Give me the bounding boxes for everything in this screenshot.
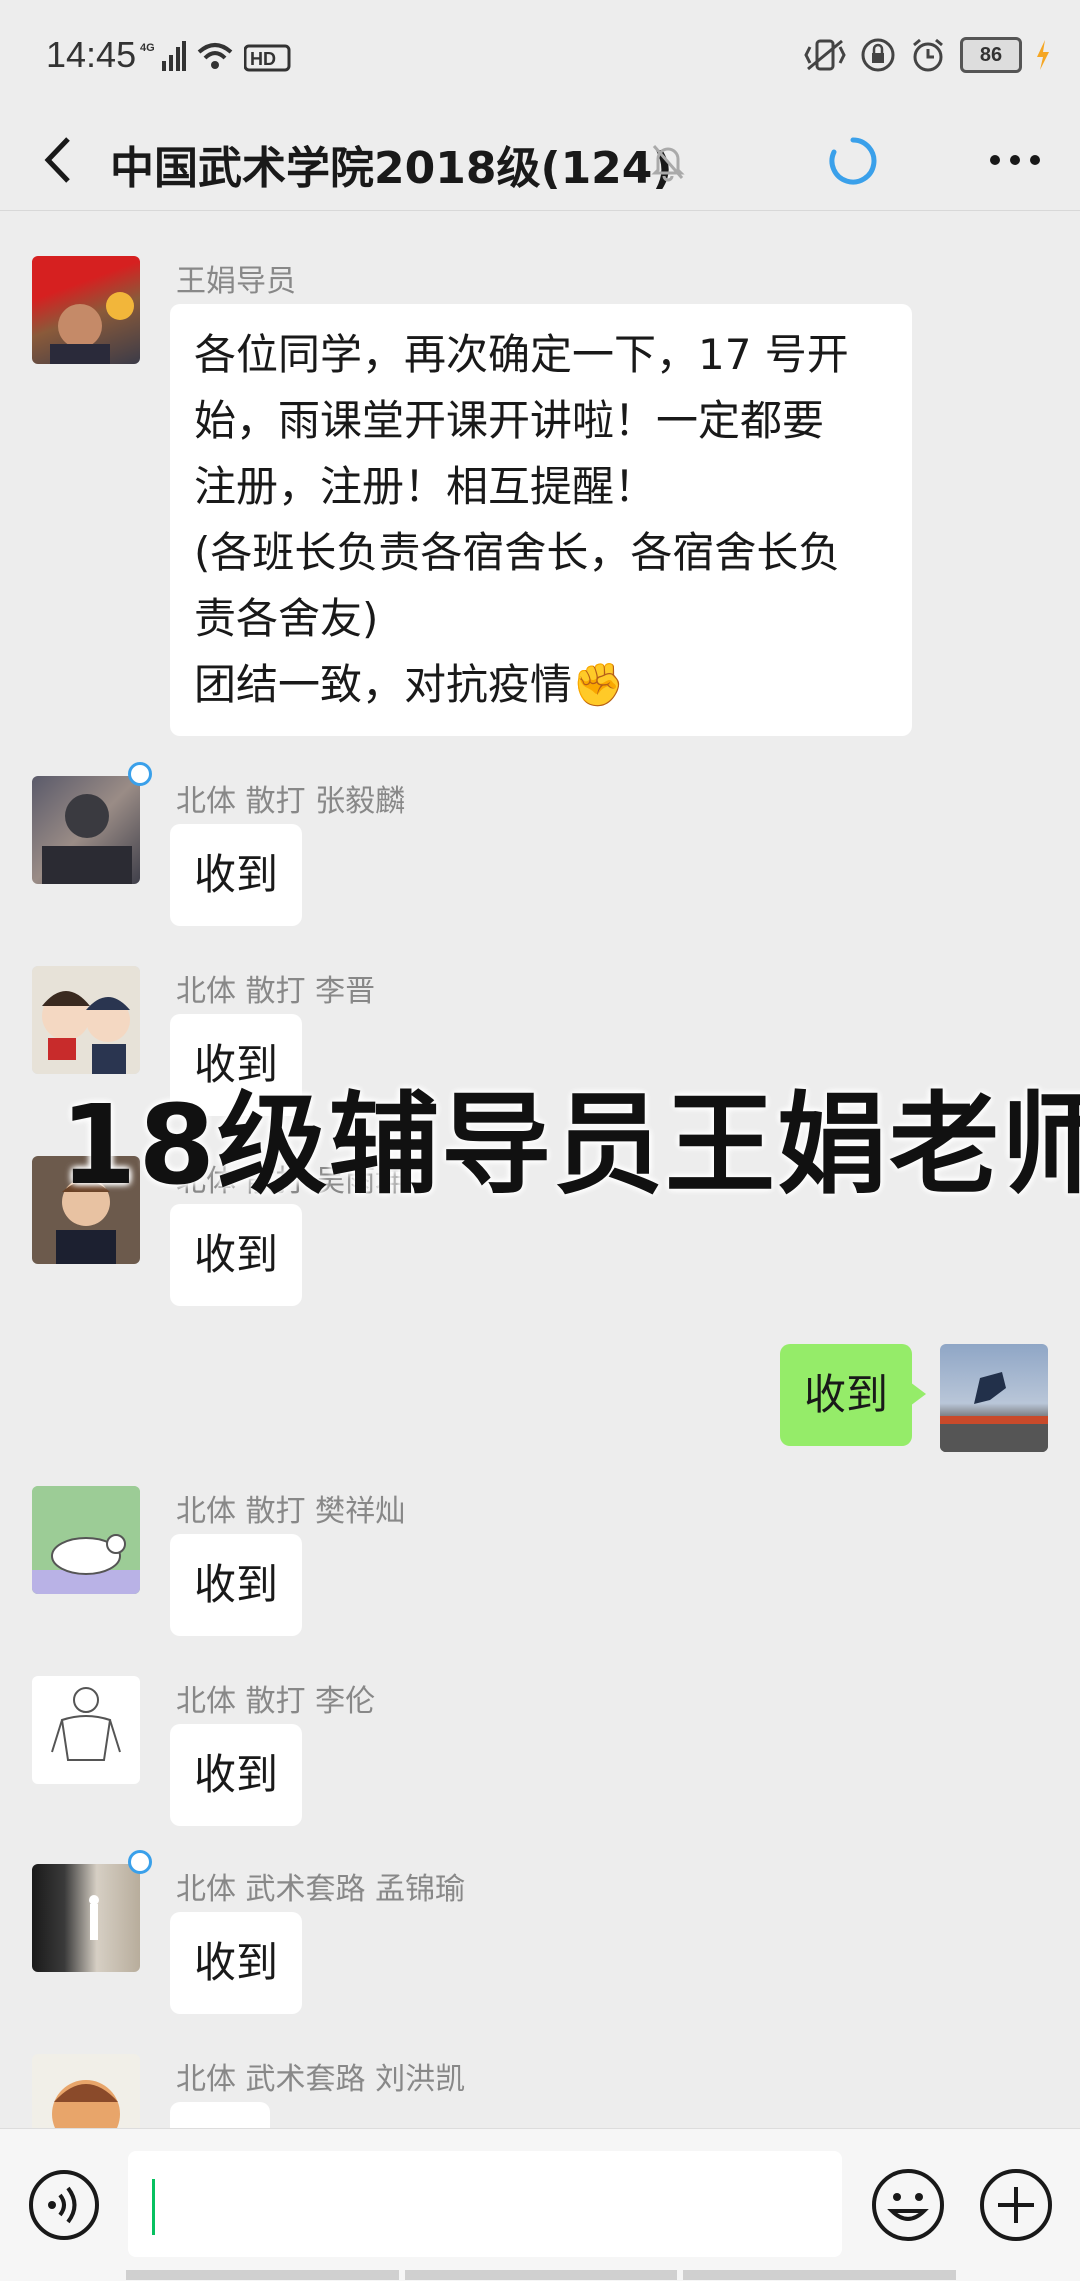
message-text: 收到	[194, 1750, 279, 1799]
loading-spinner-icon	[829, 137, 877, 185]
status-bar: 14:45 4G HD 86	[0, 0, 1080, 110]
avatar[interactable]	[32, 256, 140, 364]
message-line: 注册，注册！相互提醒！	[194, 462, 657, 511]
message-bubble[interactable]: 收到	[170, 1724, 303, 1826]
sender-name: 北体 散打 张毅麟	[176, 784, 406, 819]
keyboard-edge-segment	[126, 2270, 399, 2280]
message-bubble[interactable]: 收到	[170, 1534, 303, 1636]
message-bubble[interactable]: 各位同学，再次确定一下，17 号开 始，雨课堂开课开讲啦！一定都要 注册，注册！…	[170, 304, 912, 736]
alarm-icon	[913, 38, 943, 72]
back-button[interactable]	[28, 128, 88, 192]
avatar[interactable]	[32, 1486, 140, 1594]
add-more-icon[interactable]	[978, 2167, 1054, 2243]
message-bubble[interactable]	[170, 2102, 270, 2128]
battery-indicator: 86	[960, 37, 1022, 73]
back-arrow-icon	[44, 137, 70, 183]
message-text: 收到	[194, 1938, 279, 1987]
sender-name: 北体 武术套路 刘洪凯	[176, 2062, 466, 2097]
keyboard-edge-segment	[404, 2270, 678, 2280]
status-time: 14:45	[46, 34, 137, 75]
message-input[interactable]	[128, 2151, 842, 2257]
status-ring-icon	[128, 762, 152, 786]
avatar-photo-icon	[940, 1372, 1048, 1452]
status-right-icons: 86	[804, 34, 1050, 76]
sender-name: 王娟导员	[176, 264, 296, 299]
message-text: 收到	[194, 1230, 279, 1279]
sender-name: 北体 散打 李伦	[176, 1684, 376, 1719]
avatar[interactable]	[32, 1676, 140, 1784]
emoji-icon[interactable]	[870, 2167, 946, 2243]
avatar-photo-icon	[89, 1895, 99, 1940]
signal-icon: 4G	[140, 41, 186, 71]
more-options-button[interactable]	[980, 130, 1050, 190]
message-bubble[interactable]: 收到	[170, 1912, 303, 2014]
sender-name: 北体 武术套路 孟锦瑜	[176, 1872, 466, 1907]
sender-name: 北体 散打 樊祥灿	[176, 1494, 406, 1529]
avatar-photo-icon	[42, 794, 132, 884]
hd-icon: HD	[244, 44, 291, 72]
voice-input-icon[interactable]	[28, 2169, 100, 2241]
svg-text:4G: 4G	[140, 42, 155, 54]
message-text: 收到	[194, 1560, 279, 1609]
chat-title: 中国武术学院2018级(124)	[110, 143, 673, 194]
cartoon-avatar-icon	[52, 2080, 120, 2128]
message-line: 团结一致，对抗疫情✊	[194, 660, 625, 709]
svg-text:HD: HD	[250, 49, 276, 69]
my-message-bubble[interactable]: 收到	[779, 1344, 927, 1446]
message-line: (各班长负责各宿舍长，各宿舍长负	[194, 528, 841, 577]
battery-level: 86	[979, 43, 1003, 66]
message-text: 收到	[803, 1370, 888, 1419]
mute-bell-icon	[651, 145, 685, 182]
status-left-icons: 4G HD	[140, 36, 292, 76]
self-avatar[interactable]	[940, 1344, 1048, 1452]
more-dots-icon	[990, 155, 1040, 165]
status-ring-icon	[128, 1850, 152, 1874]
avatar[interactable]	[32, 2054, 140, 2128]
message-line: 各位同学，再次确定一下，17 号开	[194, 330, 849, 379]
vibrate-icon	[804, 39, 846, 71]
message-line: 始，雨课堂开课开讲啦！一定都要	[194, 396, 825, 445]
chat-header: 中国武术学院2018级(124)	[0, 110, 1080, 211]
keyboard-edge	[126, 2270, 957, 2280]
input-bar	[0, 2128, 1080, 2281]
keyboard-edge-segment	[683, 2270, 957, 2280]
text-caret	[152, 2179, 155, 2235]
avatar-photo-icon	[50, 292, 134, 364]
sender-name: 北体 散打 李晋	[176, 974, 376, 1009]
message-bubble[interactable]: 收到	[170, 1204, 303, 1306]
avatar[interactable]	[32, 1864, 140, 1972]
message-line: 责各舍友)	[194, 594, 379, 643]
overlay-caption: 18级辅导员王娟老师	[60, 1081, 1080, 1209]
message-text: 收到	[194, 850, 279, 899]
cartoon-avatar-icon	[32, 1486, 140, 1594]
wifi-icon	[197, 43, 233, 69]
sketch-avatar-icon	[51, 1687, 121, 1761]
charging-icon	[1037, 40, 1049, 70]
avatar[interactable]	[32, 776, 140, 884]
message-bubble[interactable]: 收到	[170, 824, 303, 926]
lock-rotation-icon	[861, 38, 895, 72]
